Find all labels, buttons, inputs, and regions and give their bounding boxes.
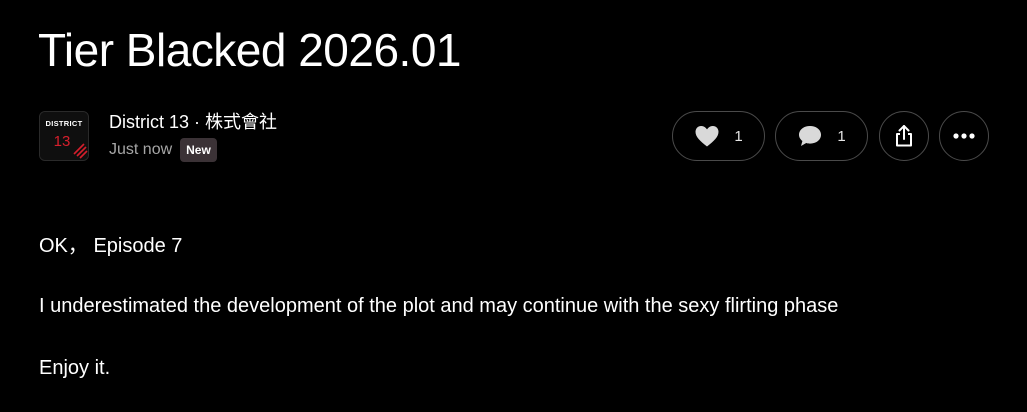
author-avatar[interactable]: DISTRICT 13 <box>39 111 89 161</box>
new-badge: New <box>180 138 217 162</box>
avatar-text-num: 13 <box>54 133 71 150</box>
heart-icon <box>694 124 720 148</box>
like-button[interactable]: 1 <box>672 111 765 161</box>
post-meta: Just now New <box>109 138 217 162</box>
district-13-logo: DISTRICT 13 <box>40 112 88 160</box>
comment-count: 1 <box>837 127 846 145</box>
post-page: Tier Blacked 2026.01 DISTRICT 13 Distric… <box>0 0 1027 412</box>
more-options-button[interactable] <box>939 111 989 161</box>
comment-button[interactable]: 1 <box>775 111 868 161</box>
share-button[interactable] <box>879 111 929 161</box>
post-paragraph: I underestimated the development of the … <box>39 295 839 317</box>
like-count: 1 <box>734 127 743 145</box>
comment-bubble-icon <box>797 124 823 148</box>
post-timestamp: Just now <box>109 141 173 158</box>
post-paragraph: Enjoy it. <box>39 357 111 379</box>
avatar-text-top: DISTRICT <box>46 119 83 128</box>
more-horizontal-icon <box>952 132 976 140</box>
post-paragraph: OK， Episode 7 <box>39 235 183 257</box>
post-title: Tier Blacked 2026.01 <box>38 24 462 76</box>
author-name[interactable]: District 13 · 株式會社 <box>109 111 277 133</box>
share-icon <box>893 124 915 148</box>
